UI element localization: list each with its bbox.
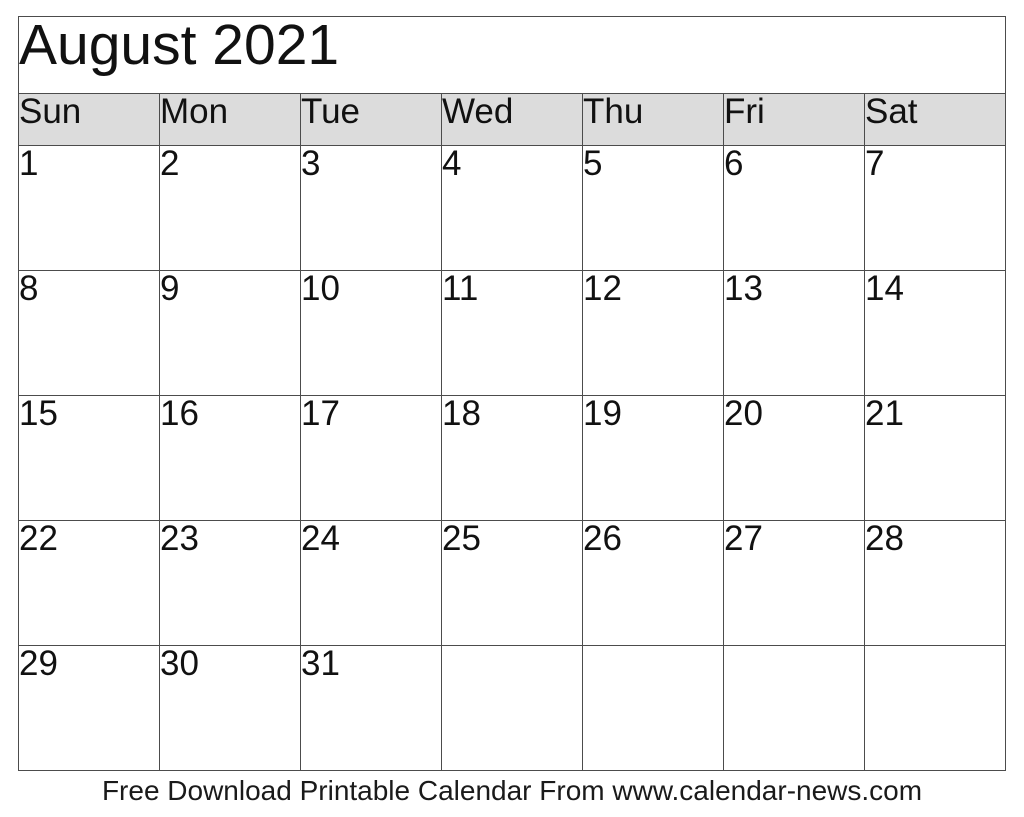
day-number: 11 [442, 269, 479, 308]
day-cell[interactable]: 28 [864, 519, 1006, 646]
weekday-header-mon: Mon [159, 92, 301, 146]
day-cell[interactable]: 29 [18, 644, 160, 771]
day-number: 15 [19, 394, 58, 433]
weekday-header-tue: Tue [300, 92, 442, 146]
day-number: 16 [160, 394, 199, 433]
day-cell[interactable]: 21 [864, 394, 1006, 521]
day-number: 18 [442, 394, 481, 433]
weekday-header-fri: Fri [723, 92, 865, 146]
weekday-header-sun: Sun [18, 92, 160, 146]
day-cell[interactable]: 22 [18, 519, 160, 646]
day-number: 5 [583, 144, 603, 183]
day-number: 27 [724, 519, 763, 558]
day-number: 20 [724, 394, 763, 433]
calendar-title-cell: August 2021 [18, 13, 1006, 94]
day-number: 21 [865, 394, 904, 433]
calendar-week-row: 29 30 31 [18, 644, 1006, 771]
day-cell[interactable]: 17 [300, 394, 442, 521]
day-cell-empty[interactable] [582, 645, 724, 771]
day-number: 29 [19, 644, 58, 683]
weekday-label: Mon [160, 92, 229, 131]
day-number: 24 [301, 519, 340, 558]
day-number: 13 [724, 269, 763, 308]
day-number: 3 [301, 144, 321, 183]
weekday-label: Thu [583, 92, 644, 131]
day-number: 2 [160, 144, 180, 183]
day-number: 8 [19, 269, 39, 308]
calendar-week-row: 22 23 24 25 26 27 28 [18, 519, 1006, 646]
day-number: 19 [583, 394, 622, 433]
day-cell-empty[interactable] [723, 645, 865, 771]
day-cell[interactable]: 19 [582, 394, 724, 521]
page-title: August 2021 [19, 13, 340, 77]
day-number: 10 [301, 269, 340, 308]
day-cell[interactable]: 23 [159, 519, 301, 646]
day-number: 22 [19, 519, 58, 558]
calendar-week-row: 8 9 10 11 12 13 14 [18, 269, 1006, 396]
weekday-header-sat: Sat [864, 92, 1006, 146]
day-cell[interactable]: 1 [18, 144, 160, 271]
footer-attribution-text: Free Download Printable Calendar From ww… [101, 775, 923, 806]
calendar-title-row: August 2021 [18, 13, 1006, 94]
day-cell[interactable]: 14 [864, 269, 1006, 396]
day-cell[interactable]: 24 [300, 519, 442, 646]
day-number: 31 [301, 644, 340, 683]
day-number: 17 [301, 394, 340, 433]
day-cell-empty[interactable] [441, 645, 583, 771]
day-number: 26 [583, 519, 622, 558]
day-number: 7 [865, 144, 885, 183]
weekday-label: Sun [19, 92, 82, 131]
day-cell[interactable]: 12 [582, 269, 724, 396]
day-number: 6 [724, 144, 744, 183]
day-cell[interactable]: 27 [723, 519, 865, 646]
day-number: 1 [19, 144, 39, 183]
calendar-page: August 2021 Sun Mon Tue Wed Thu Fri Sat … [0, 0, 1024, 817]
weekday-header-row: Sun Mon Tue Wed Thu Fri Sat [18, 92, 1006, 146]
day-cell[interactable]: 20 [723, 394, 865, 521]
day-cell[interactable]: 5 [582, 144, 724, 271]
weekday-label: Tue [301, 92, 361, 131]
day-cell[interactable]: 8 [18, 269, 160, 396]
day-cell[interactable]: 30 [159, 644, 301, 771]
day-cell[interactable]: 25 [441, 519, 583, 646]
day-number: 4 [442, 144, 462, 183]
weekday-header-thu: Thu [582, 92, 724, 146]
weekday-header-wed: Wed [441, 92, 583, 146]
day-cell[interactable]: 10 [300, 269, 442, 396]
day-number: 25 [442, 519, 481, 558]
day-cell[interactable]: 9 [159, 269, 301, 396]
day-number: 12 [583, 269, 622, 308]
footer: Free Download Printable Calendar From ww… [0, 775, 1024, 807]
day-cell[interactable]: 13 [723, 269, 865, 396]
day-cell[interactable]: 18 [441, 394, 583, 521]
day-cell[interactable]: 11 [441, 269, 583, 396]
day-cell-empty[interactable] [864, 645, 1006, 771]
calendar-week-row: 1 2 3 4 5 6 7 [18, 144, 1006, 271]
calendar-table: August 2021 Sun Mon Tue Wed Thu Fri Sat … [18, 16, 1006, 771]
day-cell[interactable]: 2 [159, 144, 301, 271]
weekday-label: Sat [865, 92, 918, 131]
weekday-label: Wed [442, 92, 514, 131]
day-number: 30 [160, 644, 199, 683]
calendar-week-row: 15 16 17 18 19 20 21 [18, 394, 1006, 521]
day-number: 14 [865, 269, 904, 308]
day-cell[interactable]: 15 [18, 394, 160, 521]
day-number: 23 [160, 519, 199, 558]
day-cell[interactable]: 4 [441, 144, 583, 271]
day-cell[interactable]: 16 [159, 394, 301, 521]
day-cell[interactable]: 3 [300, 144, 442, 271]
weekday-label: Fri [724, 92, 765, 131]
day-number: 28 [865, 519, 904, 558]
day-cell[interactable]: 6 [723, 144, 865, 271]
day-cell[interactable]: 26 [582, 519, 724, 646]
day-cell[interactable]: 7 [864, 144, 1006, 271]
day-cell[interactable]: 31 [300, 644, 442, 771]
day-number: 9 [160, 269, 180, 308]
calendar-body: August 2021 Sun Mon Tue Wed Thu Fri Sat … [18, 13, 1006, 771]
